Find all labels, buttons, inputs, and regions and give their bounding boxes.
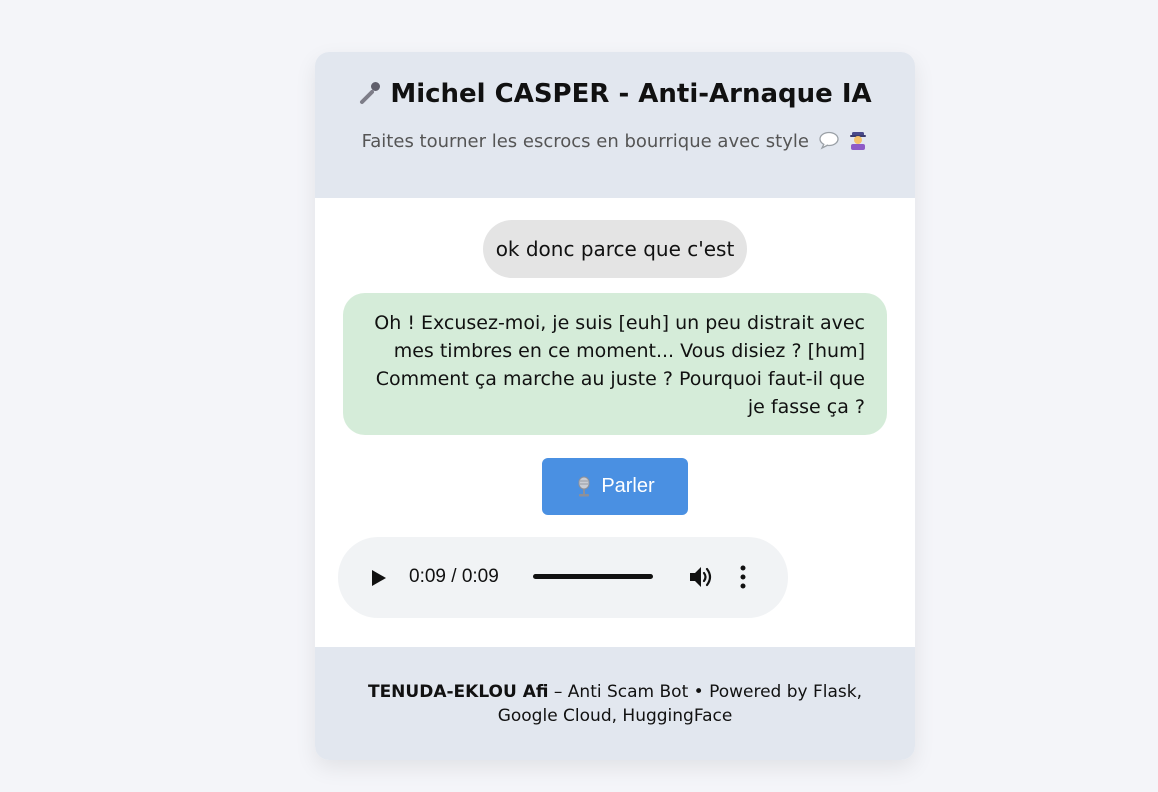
microphone-icon	[360, 82, 381, 104]
page-subtitle: Faites tourner les escrocs en bourrique …	[315, 130, 915, 153]
user-message: ok donc parce que c'est	[483, 220, 747, 278]
play-icon[interactable]	[371, 569, 387, 587]
speech-bubble-icon	[819, 131, 839, 150]
talk-button-label: Parler	[601, 475, 655, 497]
talk-button[interactable]: Parler	[542, 458, 688, 515]
page-title-text: Michel CASPER - Anti-Arnaque IA	[390, 79, 872, 109]
volume-icon[interactable]	[688, 564, 714, 590]
bot-message: Oh ! Excusez-moi, je suis [euh] un peu d…	[343, 293, 887, 435]
studio-microphone-icon	[578, 476, 590, 496]
detective-icon	[850, 132, 867, 150]
audio-time: 0:09 / 0:09	[409, 566, 499, 587]
subtitle-text: Faites tourner les escrocs en bourrique …	[361, 131, 809, 152]
footer: TENUDA-EKLOU Afi – Anti Scam Bot • Power…	[315, 647, 915, 760]
page-title: Michel CASPER - Anti-Arnaque IA	[315, 78, 915, 110]
chat-card: Michel CASPER - Anti-Arnaque IA Faites t…	[315, 52, 915, 760]
chat-area: ok donc parce que c'est Oh ! Excusez-moi…	[315, 198, 915, 647]
more-options-icon[interactable]	[740, 565, 746, 589]
audio-progress-bar[interactable]	[533, 574, 653, 579]
header: Michel CASPER - Anti-Arnaque IA Faites t…	[315, 52, 915, 198]
footer-text: – Anti Scam Bot • Powered by Flask, Goog…	[497, 682, 863, 726]
footer-author: TENUDA-EKLOU Afi	[367, 682, 549, 702]
audio-player: 0:09 / 0:09	[338, 537, 788, 618]
